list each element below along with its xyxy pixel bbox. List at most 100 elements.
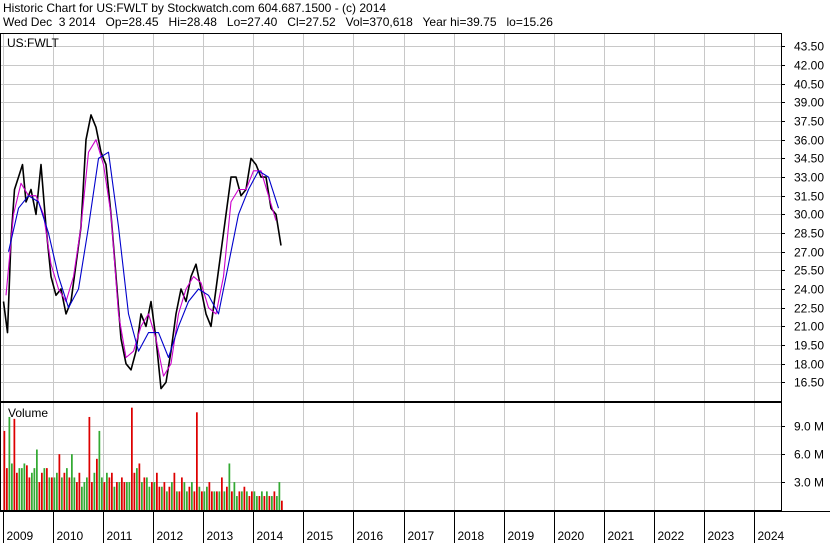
volume-bar	[238, 491, 241, 510]
price-lines	[2, 114, 282, 390]
volume-bar	[106, 472, 108, 510]
volume-bar	[81, 486, 83, 510]
volume-bar	[86, 477, 88, 510]
volume-bar	[208, 482, 211, 510]
volume-bar	[138, 463, 141, 510]
volume-bar	[11, 463, 13, 510]
y-tick-label: 30.00	[794, 208, 824, 222]
y-tick-label: 43.50	[794, 40, 824, 54]
volume-bar	[146, 477, 148, 510]
volume-bar	[151, 482, 153, 510]
y-tick-label: 28.50	[794, 227, 824, 241]
volume-bar	[88, 416, 91, 510]
y-tick-label: 19.50	[794, 339, 824, 353]
volume-bar	[148, 486, 151, 510]
volume-bar	[8, 416, 11, 510]
volume-bar	[161, 486, 163, 510]
price-series-line	[2, 114, 282, 390]
volume-bar	[186, 491, 188, 510]
stock-chart: US:FWLT Volume 43.50 42.00 40.50 39.00 37.50…	[0, 33, 830, 543]
y-tick-label: 31.50	[794, 190, 824, 204]
volume-bar	[246, 491, 248, 510]
volume-bar	[136, 468, 138, 510]
x-tick-label: 2018	[458, 529, 485, 543]
volume-bar	[236, 496, 238, 510]
volume-bar	[58, 454, 61, 510]
volume-bar	[233, 482, 236, 510]
volume-bar	[143, 477, 146, 510]
volume-bar	[221, 477, 223, 510]
y-tick-label: 39.00	[794, 96, 824, 110]
volume-bar	[31, 472, 33, 510]
volume-bar	[61, 477, 63, 510]
volume-bar	[126, 482, 128, 510]
x-tick-label: 2023	[708, 529, 735, 543]
volume-bar	[181, 477, 183, 510]
volume-bar	[223, 491, 226, 510]
y-tick-label: 33.00	[794, 171, 824, 185]
volume-tick-label: 3.0 M	[794, 476, 824, 490]
x-tick-label: 2019	[508, 529, 535, 543]
y-tick-label: 42.00	[794, 59, 824, 73]
volume-bar	[48, 477, 51, 510]
volume-bar	[281, 500, 283, 510]
price-grid	[1, 46, 781, 383]
volume-bar	[68, 477, 71, 510]
volume-bar	[271, 496, 273, 510]
volume-bar	[56, 472, 58, 510]
y-tick-label: 36.00	[794, 134, 824, 148]
y-tick-label: 24.00	[794, 283, 824, 297]
volume-bar	[51, 477, 53, 510]
volume-bar	[28, 477, 31, 510]
volume-bar	[253, 491, 256, 510]
volume-bar	[76, 482, 78, 510]
volume-bar	[211, 491, 213, 510]
x-tick-label: 2013	[207, 529, 234, 543]
volume-bar	[123, 482, 126, 510]
y-tick-label: 21.00	[794, 320, 824, 334]
y-tick-label: 37.50	[794, 115, 824, 129]
volume-bar	[251, 491, 253, 510]
volume-bar	[278, 482, 281, 510]
x-tick-label: 2009	[7, 529, 34, 543]
x-tick-label: 2021	[608, 529, 635, 543]
volume-bar	[73, 477, 76, 510]
y-tick-label: 40.50	[794, 78, 824, 92]
volume-bars	[3, 407, 283, 510]
x-tick-label: 2015	[307, 529, 334, 543]
volume-bar	[248, 496, 251, 510]
volume-bar	[63, 472, 66, 510]
volume-bar	[261, 491, 263, 510]
volume-bar	[258, 496, 261, 510]
volume-bar	[228, 463, 231, 510]
volume-bar	[108, 477, 111, 510]
volume-bar	[166, 491, 168, 510]
volume-bar	[218, 491, 221, 510]
volume-bar	[41, 472, 43, 510]
volume-bar	[203, 491, 206, 510]
x-tick-label: 2010	[57, 529, 84, 543]
volume-bar	[93, 472, 96, 510]
volume-bar	[83, 482, 86, 510]
volume-bar	[118, 482, 121, 510]
x-tick-label: 2022	[658, 529, 685, 543]
volume-bar	[193, 491, 196, 510]
volume-bar	[78, 472, 81, 510]
volume-bar	[163, 482, 166, 510]
volume-bar	[111, 472, 113, 510]
volume-bar	[171, 482, 173, 510]
y-tick-label: 22.50	[794, 302, 824, 316]
volume-bar	[116, 482, 118, 510]
x-tick-label: 2014	[257, 529, 284, 543]
volume-bar	[133, 472, 136, 510]
x-tick-label: 2020	[558, 529, 585, 543]
volume-bar	[176, 491, 178, 510]
volume-panel-label: Volume	[8, 406, 48, 420]
volume-bar	[3, 430, 6, 510]
volume-bar	[21, 468, 23, 510]
volume-bar	[101, 477, 103, 510]
volume-bar	[6, 468, 8, 510]
volume-bar	[256, 496, 258, 510]
volume-bar	[23, 463, 26, 510]
volume-bar	[141, 482, 143, 510]
